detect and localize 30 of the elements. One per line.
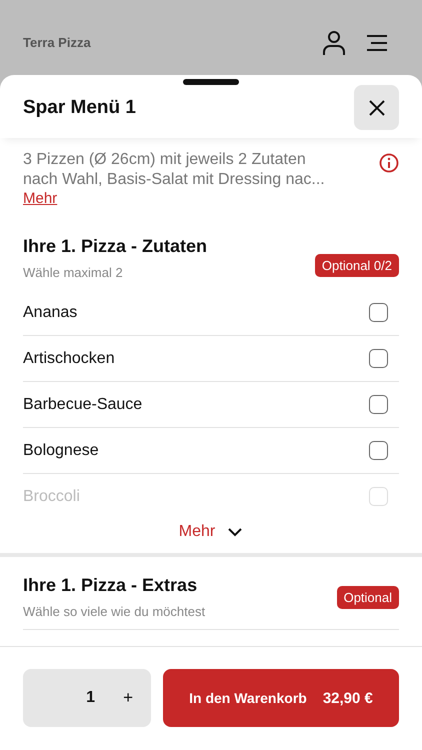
chevron-down-icon xyxy=(227,527,244,537)
option-label: Ananas xyxy=(23,304,78,322)
drag-handle[interactable] xyxy=(183,79,239,85)
app-title: Terra Pizza xyxy=(23,35,92,50)
option-label: Broccoli xyxy=(23,488,80,506)
sheet-title: Spar Menü 1 xyxy=(23,96,136,118)
checkbox[interactable] xyxy=(369,441,388,460)
menu-icon[interactable] xyxy=(366,34,388,50)
checkbox[interactable] xyxy=(369,303,388,322)
menu-description: 3 Pizzen (Ø 26cm) mit jeweils 2 Zutaten nach Wahl, Basis-Salat mit Dressing nac... xyxy=(23,150,326,190)
quantity-value: 1 xyxy=(86,689,96,707)
section-title: Ihre 1. Pizza - Zutaten xyxy=(23,236,208,257)
close-icon xyxy=(368,98,386,116)
checkbox[interactable] xyxy=(369,395,388,414)
option-label: Bolognese xyxy=(23,442,99,460)
option-label: Barbecue-Sauce xyxy=(23,396,142,414)
optional-badge: Optional xyxy=(336,586,399,608)
optional-badge: Optional 0/2 xyxy=(314,254,399,276)
user-icon[interactable] xyxy=(322,30,346,56)
add-to-cart-button[interactable]: In den Warenkorb 32,90 € xyxy=(163,669,399,727)
option-label: Artischocken xyxy=(23,350,115,368)
section-subtitle: Wähle so viele wie du möchtest xyxy=(23,604,206,619)
show-more-button[interactable]: Mehr xyxy=(178,519,244,547)
close-button[interactable] xyxy=(354,85,399,130)
plus-button[interactable]: + xyxy=(117,684,139,712)
section-subtitle: Wähle maximal 2 xyxy=(23,265,124,280)
more-link[interactable]: Mehr xyxy=(23,190,58,208)
checkbox[interactable] xyxy=(369,349,388,368)
section-title: Ihre 1. Pizza - Extras xyxy=(23,575,198,596)
info-icon[interactable] xyxy=(379,153,399,173)
